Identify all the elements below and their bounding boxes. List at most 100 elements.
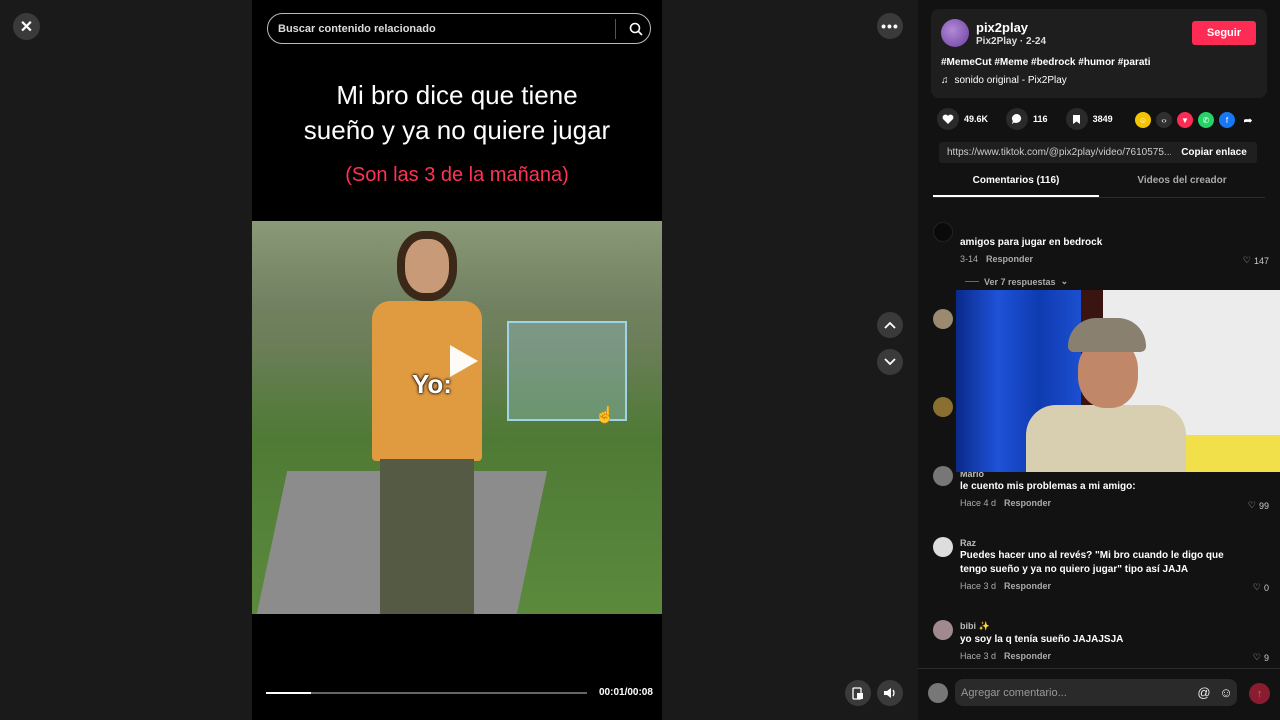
headline-line-2: sueño y ya no quiere jugar (303, 115, 611, 145)
comment-avatar[interactable] (933, 466, 953, 486)
progress-bar[interactable] (266, 692, 587, 694)
comment-avatar[interactable] (933, 397, 953, 417)
comment-count: 116 (1033, 114, 1048, 124)
more-options-button[interactable]: ••• (877, 13, 903, 39)
comment-like-count: 147 (1253, 255, 1269, 266)
comment-avatar[interactable] (933, 309, 953, 329)
search-input[interactable] (278, 22, 609, 35)
comment-count-button[interactable]: 116 (1006, 108, 1048, 130)
comment-avatar[interactable] (933, 222, 953, 242)
heart-outline-icon: ♡ (1252, 652, 1261, 662)
speaker-icon (884, 688, 895, 698)
comment-bubble-icon (1006, 108, 1029, 130)
comment-meta: Hace 3 d Responder (960, 581, 1051, 591)
webcam-person-body (1026, 405, 1186, 472)
post-comment-button[interactable]: ↑ (1249, 683, 1270, 704)
previous-video-button[interactable] (877, 312, 903, 338)
search-divider (615, 18, 616, 39)
tab-comments[interactable]: Comentarios (116) (933, 175, 1099, 197)
comment-item: amigos para jugar en bedrock 3-14 Respond… (933, 222, 1273, 270)
comment-like-button[interactable]: ♡ 147 (1243, 255, 1269, 266)
reply-button[interactable]: Responder (1004, 498, 1051, 508)
comment-date: Hace 3 d (960, 581, 997, 591)
comment-avatar[interactable] (933, 537, 953, 557)
comment-meta: Hace 3 d Responder (960, 651, 1051, 661)
volume-button[interactable] (877, 680, 903, 706)
reply-button[interactable]: Responder (986, 254, 1033, 264)
comment-like-button[interactable]: ♡ 99 (1248, 500, 1269, 511)
comment-text: yo soy la q tenía sueño JAJAJSJA (960, 634, 1124, 645)
comment-text: le cuento mis problemas a mi amigo: (960, 481, 1136, 492)
music-note-icon: ♫ (941, 75, 949, 86)
comment-like-button[interactable]: ♡ 9 (1253, 652, 1269, 663)
author-avatar[interactable] (941, 19, 969, 47)
twemoji-icon[interactable]: ☺ (1135, 112, 1151, 128)
webcam-person-cap (1068, 318, 1146, 352)
view-replies-button[interactable]: Ver 7 respuestas ⌄ (965, 276, 1068, 287)
search-icon[interactable] (622, 22, 650, 36)
sound-name: sonido original - Pix2Play (954, 75, 1067, 86)
comment-meta: Hace 4 d Responder (960, 498, 1051, 508)
comment-like-count: 99 (1258, 500, 1269, 511)
embed-icon[interactable]: ‹› (1156, 112, 1172, 128)
comment-author[interactable]: Raz (960, 538, 976, 548)
comment-like-button[interactable]: ♡ 0 (1253, 582, 1269, 593)
share-icons: ☺ ‹› ▼ ✆ f ➦ (1135, 112, 1256, 128)
comment-like-count: 9 (1263, 652, 1269, 663)
tab-creator-videos[interactable]: Videos del creador (1099, 175, 1265, 197)
mention-icon[interactable]: @ (1193, 685, 1215, 700)
like-button[interactable]: 49.6K (937, 108, 988, 130)
webcam-bed (1186, 435, 1280, 472)
chevron-down-icon: ⌄ (1060, 276, 1069, 286)
close-button[interactable]: ✕ (13, 13, 40, 40)
video-subline: (Son las 3 de la mañana) (345, 164, 569, 186)
save-count: 3849 (1092, 114, 1113, 124)
person-legs (380, 459, 474, 614)
comment-text: amigos para jugar en bedrock (960, 237, 1103, 248)
comment-author[interactable]: bibi ✨ (960, 621, 990, 632)
like-count: 49.6K (964, 114, 989, 124)
chevron-up-icon (884, 321, 896, 329)
pointer-cursor-icon: ☝ (595, 407, 615, 424)
whatsapp-icon[interactable]: ✆ (1198, 112, 1214, 128)
search-bar (267, 13, 651, 44)
author-username[interactable]: pix2play (976, 20, 1028, 35)
author-card: pix2play Pix2Play · 2-24 Seguir #MemeCut… (931, 9, 1267, 98)
share-arrow-icon[interactable]: ➦ (1240, 112, 1256, 128)
heart-outline-icon: ♡ (1252, 582, 1261, 592)
floating-player-button[interactable] (845, 680, 871, 706)
current-user-avatar (928, 683, 948, 703)
replies-divider (965, 281, 979, 282)
next-video-button[interactable] (877, 349, 903, 375)
comment-date: 3-14 (960, 254, 979, 264)
heart-outline-icon: ♡ (1247, 500, 1256, 510)
copy-link-button[interactable]: Copiar enlace (1171, 147, 1257, 158)
video-headline: Mi bro dice que tiene sueño y ya no quie… (252, 78, 662, 148)
video-hashtags[interactable]: #MemeCut #Meme #bedrock #humor #parati (941, 57, 1151, 68)
video-frame[interactable]: Yo: ☝ (252, 221, 662, 614)
arrow-up-icon: ↑ (1256, 687, 1263, 700)
close-icon: ✕ (19, 18, 34, 36)
emoji-icon[interactable]: ☺ (1215, 685, 1237, 700)
comment-avatar[interactable] (933, 620, 953, 640)
comment-input[interactable] (961, 686, 1193, 699)
comment-input-wrapper: @ ☺ (955, 679, 1237, 706)
share-url[interactable]: https://www.tiktok.com/@pix2play/video/7… (939, 147, 1171, 158)
comment-item: Mario le cuento mis problemas a mi amigo… (933, 466, 1273, 514)
author-subtitle: Pix2Play · 2-24 (976, 36, 1047, 47)
overlay-label: Yo: (412, 369, 452, 399)
reply-button[interactable]: Responder (1004, 581, 1051, 591)
video-player[interactable]: Mi bro dice que tiene sueño y ya no quie… (252, 0, 662, 720)
save-button[interactable]: 3849 (1065, 108, 1113, 130)
comment-item: bibi ✨ yo soy la q tenía sueño JAJAJSJA … (933, 620, 1273, 666)
ellipsis-icon: ••• (881, 18, 899, 34)
send-icon[interactable]: ▼ (1177, 112, 1193, 128)
comment-date: Hace 3 d (960, 651, 997, 661)
follow-button[interactable]: Seguir (1192, 21, 1256, 45)
facebook-icon[interactable]: f (1219, 112, 1235, 128)
sound-row[interactable]: ♫ sonido original - Pix2Play (941, 75, 1067, 86)
comment-tabs: Comentarios (116) Videos del creador (933, 175, 1265, 198)
reply-button[interactable]: Responder (1004, 651, 1051, 661)
comment-meta: 3-14 Responder (960, 254, 1033, 264)
stats-row: 49.6K 116 3849 (937, 108, 1131, 130)
